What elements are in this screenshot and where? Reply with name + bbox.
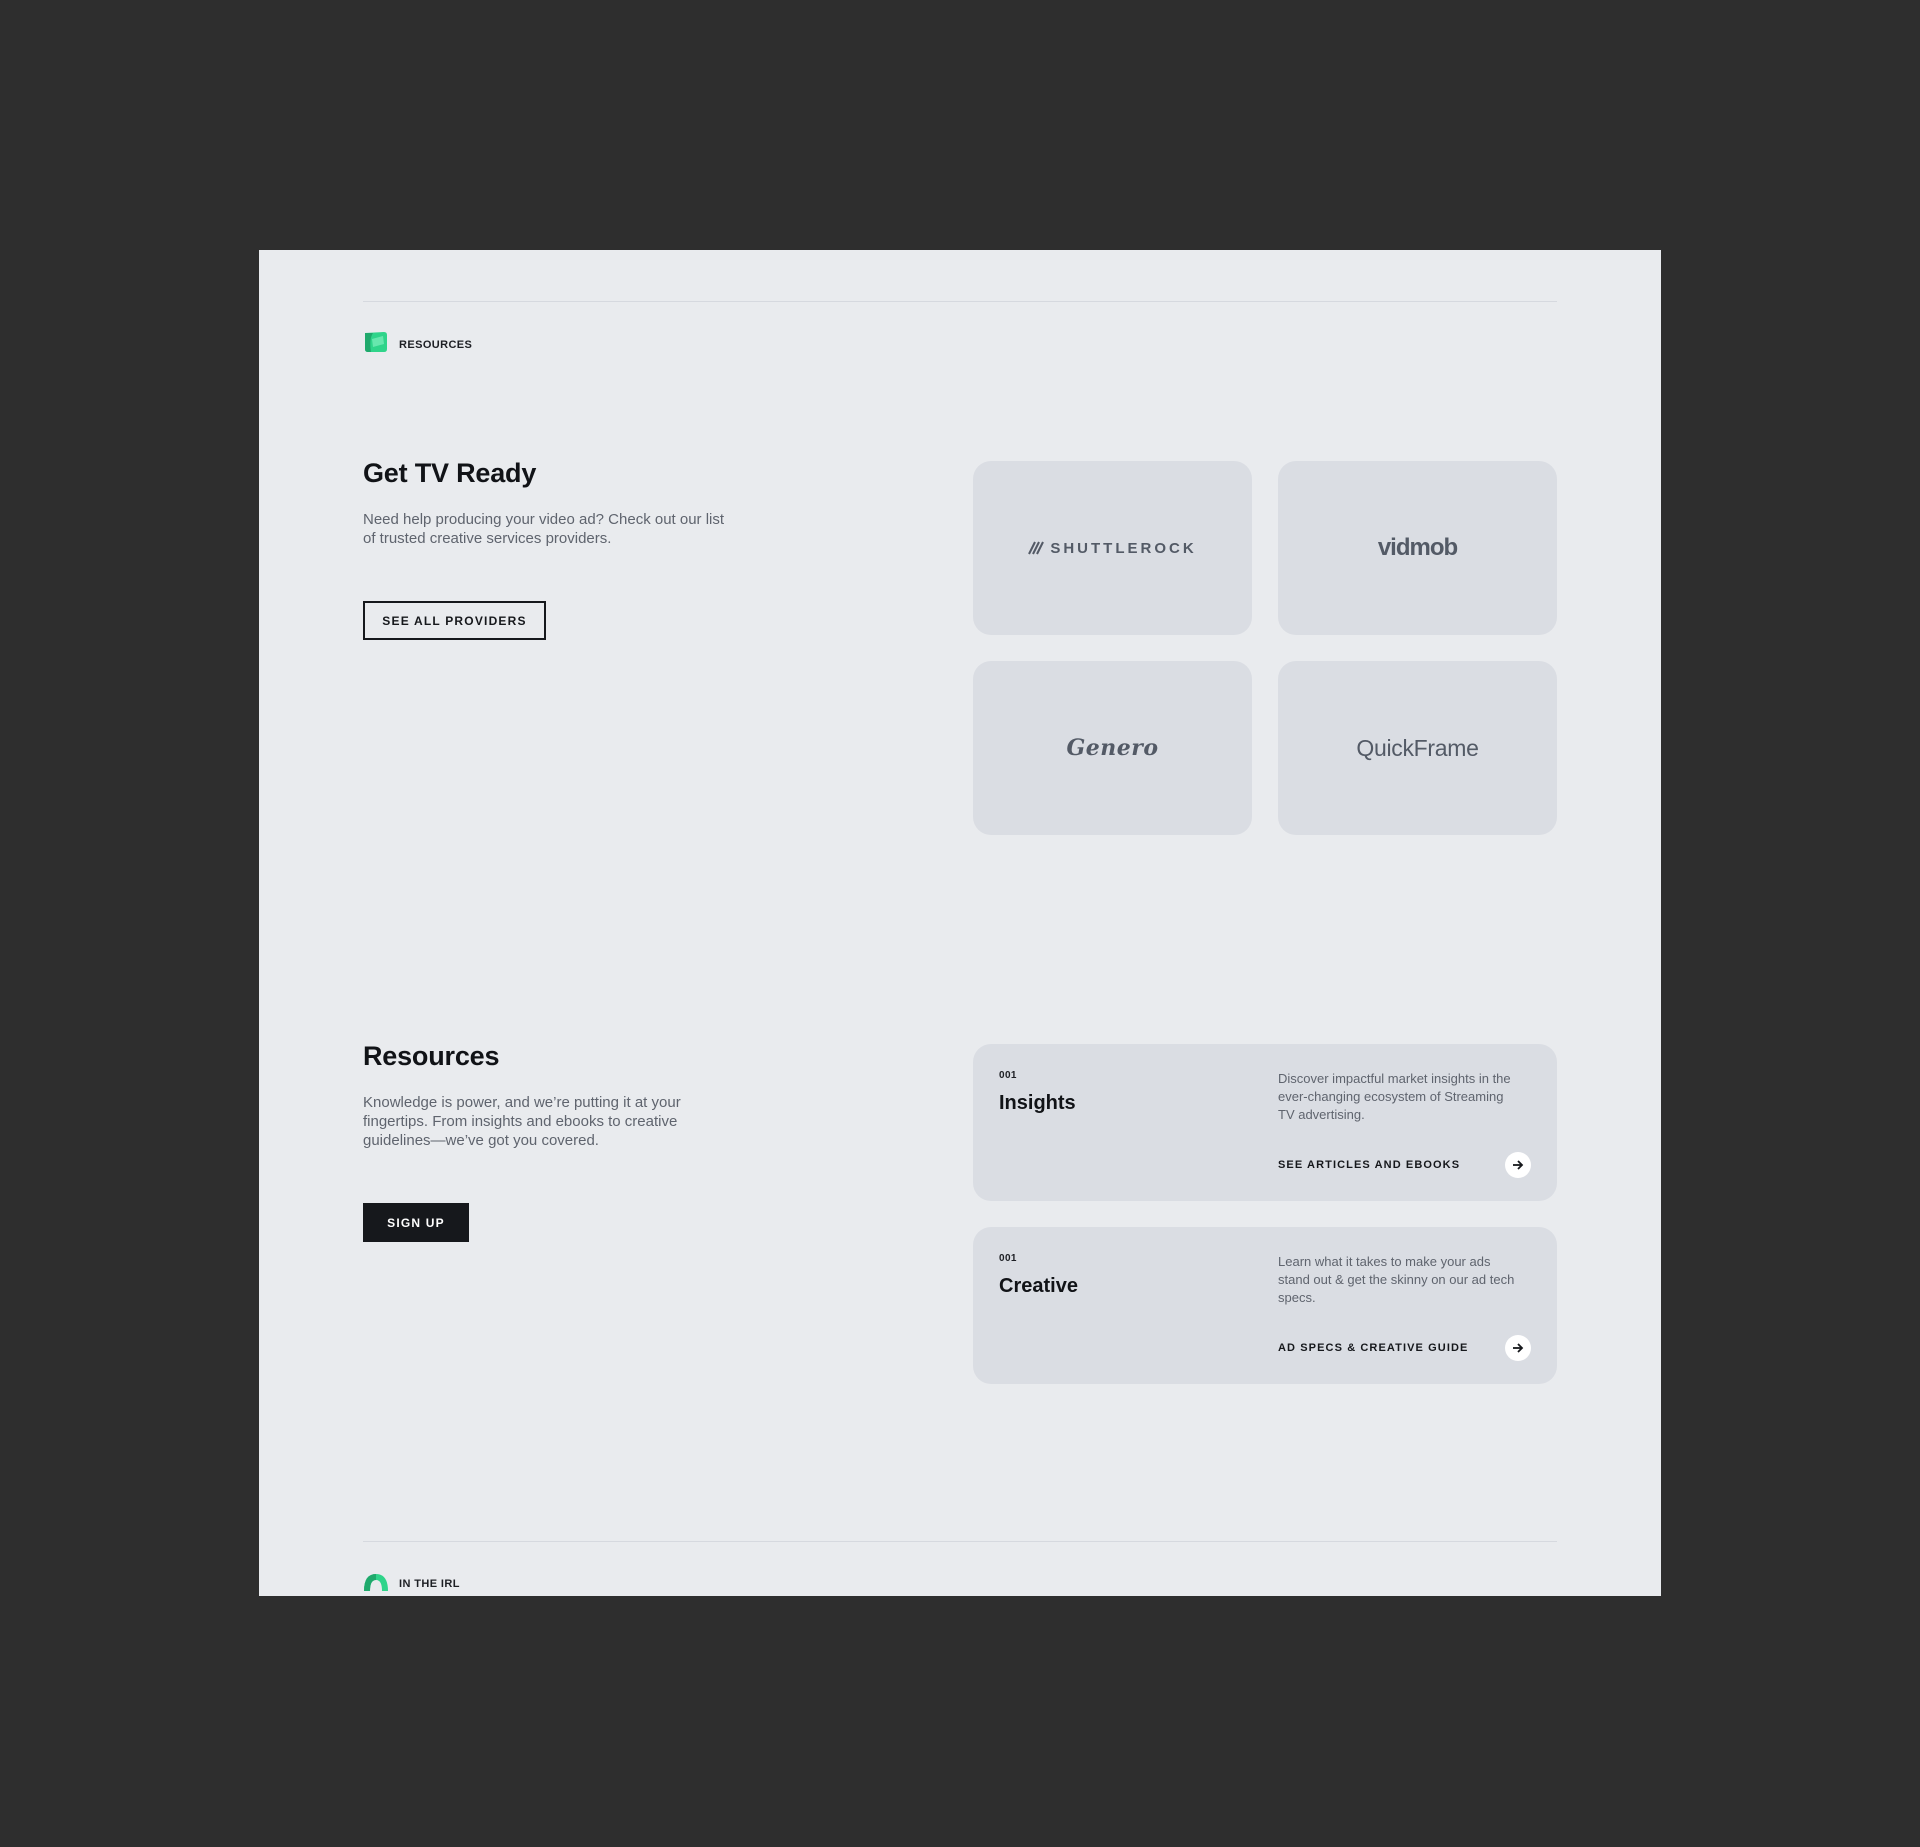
shuttlerock-logo: SHUTTLEROCK bbox=[1028, 540, 1196, 557]
card-description-line: Learn what it takes to make your ads bbox=[1278, 1254, 1491, 1269]
resources-description-line: Knowledge is power, and we’re putting it… bbox=[363, 1094, 681, 1111]
card-description-line: stand out & get the skinny on our ad tec… bbox=[1278, 1272, 1515, 1287]
bottom-divider bbox=[363, 1541, 1557, 1542]
card-number: 001 bbox=[999, 1070, 1017, 1081]
card-description-line: TV advertising. bbox=[1278, 1107, 1365, 1122]
creative-card[interactable]: 001 Creative Learn what it takes to make… bbox=[973, 1227, 1557, 1384]
arrow-right-icon[interactable] bbox=[1505, 1152, 1531, 1178]
green-arch-icon bbox=[363, 1570, 389, 1596]
see-articles-link[interactable]: SEE ARTICLES AND EBOOKS bbox=[1278, 1152, 1531, 1178]
shuttlerock-slash-icon bbox=[1028, 541, 1045, 555]
card-description-line: specs. bbox=[1278, 1290, 1316, 1305]
card-number: 001 bbox=[999, 1253, 1017, 1264]
insights-card[interactable]: 001 Insights Discover impactful market i… bbox=[973, 1044, 1557, 1201]
top-divider bbox=[363, 301, 1557, 302]
resources-heading: Resources bbox=[363, 1041, 500, 1071]
resources-description-line: guidelines—we’ve got you covered. bbox=[363, 1132, 599, 1149]
provider-card-quickframe[interactable]: QuickFrame bbox=[1278, 661, 1557, 835]
card-title: Insights bbox=[999, 1092, 1076, 1114]
provider-card-vidmob[interactable]: vidmob bbox=[1278, 461, 1557, 635]
card-description: Discover impactful market insights in th… bbox=[1278, 1070, 1538, 1124]
provider-card-shuttlerock[interactable]: SHUTTLEROCK bbox=[973, 461, 1252, 635]
tv-ready-heading: Get TV Ready bbox=[363, 458, 537, 488]
quickframe-logo: QuickFrame bbox=[1356, 734, 1479, 761]
irl-tag-label: IN THE IRL bbox=[399, 1577, 460, 1590]
card-description-line: Discover impactful market insights in th… bbox=[1278, 1071, 1511, 1086]
see-all-providers-button[interactable]: SEE ALL PROVIDERS bbox=[363, 601, 546, 640]
sign-up-button[interactable]: SIGN UP bbox=[363, 1203, 469, 1242]
ad-specs-link[interactable]: AD SPECS & CREATIVE GUIDE bbox=[1278, 1335, 1531, 1361]
link-label: AD SPECS & CREATIVE GUIDE bbox=[1278, 1342, 1469, 1354]
card-title: Creative bbox=[999, 1275, 1078, 1297]
tv-ready-description: Need help producing your video ad? Check… bbox=[363, 510, 724, 548]
green-card-icon bbox=[363, 331, 389, 358]
genero-logo: Genero bbox=[1066, 735, 1159, 761]
tv-ready-description-line: of trusted creative services providers. bbox=[363, 530, 612, 547]
card-description-line: ever-changing ecosystem of Streaming bbox=[1278, 1089, 1504, 1104]
resources-description: Knowledge is power, and we’re putting it… bbox=[363, 1093, 681, 1150]
resources-section-tag: RESOURCES bbox=[363, 331, 472, 358]
shuttlerock-logo-text: SHUTTLEROCK bbox=[1050, 539, 1197, 557]
tv-ready-description-line: Need help producing your video ad? Check… bbox=[363, 511, 725, 528]
irl-section-tag: IN THE IRL bbox=[363, 1570, 460, 1596]
vidmob-logo: vidmob bbox=[1377, 534, 1458, 561]
page-container: RESOURCES Get TV Ready Need help produci… bbox=[259, 250, 1661, 1596]
card-description: Learn what it takes to make your ads sta… bbox=[1278, 1253, 1538, 1307]
resources-tag-label: RESOURCES bbox=[399, 338, 473, 351]
resources-description-line: fingertips. From insights and ebooks to … bbox=[363, 1113, 678, 1130]
provider-card-genero[interactable]: Genero bbox=[973, 661, 1252, 835]
link-label: SEE ARTICLES AND EBOOKS bbox=[1278, 1159, 1461, 1171]
arrow-right-icon[interactable] bbox=[1505, 1335, 1531, 1361]
